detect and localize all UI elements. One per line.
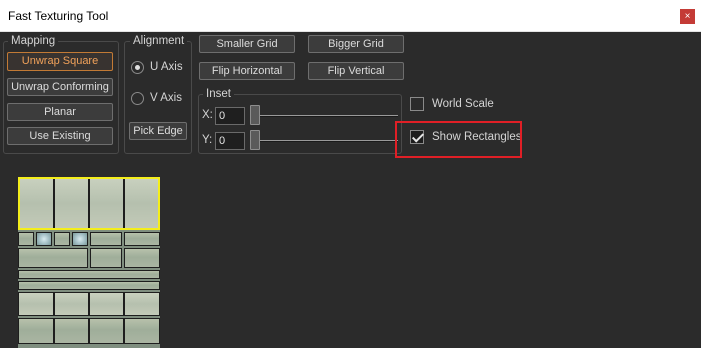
uv-rect xyxy=(124,292,160,316)
inset-y-label: Y: xyxy=(202,134,213,146)
inset-x-slider-thumb[interactable] xyxy=(250,105,260,125)
uv-rect xyxy=(124,232,160,246)
smaller-grid-button[interactable]: Smaller Grid xyxy=(199,35,295,53)
selected-uv-rect[interactable] xyxy=(18,177,160,230)
title-bar: Fast Texturing Tool × xyxy=(0,0,701,32)
alignment-legend: Alignment xyxy=(130,35,188,47)
uv-rect xyxy=(54,232,70,246)
uv-rect xyxy=(18,232,34,246)
uv-rect xyxy=(36,232,52,246)
window-title: Fast Texturing Tool xyxy=(8,9,109,23)
uv-rect xyxy=(54,292,89,316)
inset-y-field[interactable]: 0 xyxy=(215,132,245,150)
uv-rect xyxy=(18,281,160,290)
uv-rect xyxy=(18,248,88,268)
inset-x-label: X: xyxy=(202,109,213,121)
use-existing-button[interactable]: Use Existing xyxy=(7,127,113,145)
v-axis-label: V Axis xyxy=(150,92,182,104)
mapping-legend: Mapping xyxy=(8,35,59,47)
bigger-grid-button[interactable]: Bigger Grid xyxy=(308,35,404,53)
uv-rect xyxy=(18,292,54,316)
u-axis-label: U Axis xyxy=(150,61,183,73)
planar-button[interactable]: Planar xyxy=(7,103,113,121)
unwrap-conforming-button[interactable]: Unwrap Conforming xyxy=(7,78,113,96)
world-scale-checkbox[interactable] xyxy=(410,97,424,111)
world-scale-label: World Scale xyxy=(432,98,494,110)
flip-horizontal-button[interactable]: Flip Horizontal xyxy=(199,62,295,80)
inset-legend: Inset xyxy=(203,88,234,100)
pick-edge-button[interactable]: Pick Edge xyxy=(129,122,187,140)
uv-rect xyxy=(90,248,122,268)
uv-rect xyxy=(18,270,160,279)
tool-panel: Mapping Unwrap Square Unwrap Conforming … xyxy=(0,32,701,348)
close-icon[interactable]: × xyxy=(680,9,695,24)
uv-rect xyxy=(54,318,89,344)
uv-rect xyxy=(89,318,124,344)
highlight-box xyxy=(395,121,522,158)
u-axis-radio[interactable] xyxy=(131,61,144,74)
inset-y-slider-thumb[interactable] xyxy=(250,130,260,150)
v-axis-radio[interactable] xyxy=(131,92,144,105)
uv-rect xyxy=(90,232,122,246)
uv-rect xyxy=(89,292,124,316)
inset-y-slider-track[interactable] xyxy=(250,140,398,142)
uv-rect xyxy=(124,318,160,344)
uv-rect xyxy=(72,232,88,246)
uv-rect xyxy=(124,248,160,268)
inset-x-slider-track[interactable] xyxy=(250,115,398,117)
inset-x-field[interactable]: 0 xyxy=(215,107,245,125)
flip-vertical-button[interactable]: Flip Vertical xyxy=(308,62,404,80)
unwrap-square-button[interactable]: Unwrap Square xyxy=(7,52,113,71)
uv-rect xyxy=(18,318,54,344)
